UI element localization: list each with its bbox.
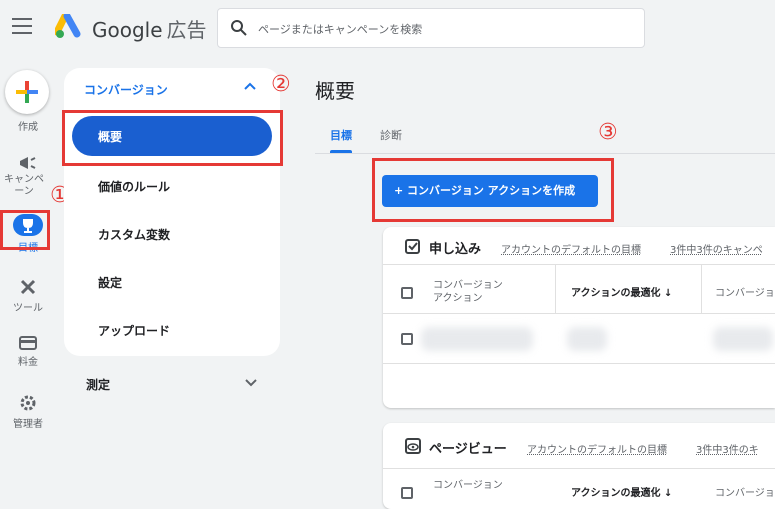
column-header-optimization[interactable]: アクションの最適化 ↓ [571, 487, 672, 500]
tab-diagnostics[interactable]: 診断 [380, 127, 402, 143]
search-icon [231, 20, 247, 36]
row-checkbox[interactable] [401, 333, 413, 345]
left-rail: 作成 キャンペーン 目標 ツール 料金 管理者 [0, 60, 56, 509]
goal-card-pageview: ページビュー アカウントのデフォルトの目標 3件中3件のキ コンバージョン アク… [383, 423, 775, 509]
nav-item-measurement[interactable]: 測定 [86, 376, 110, 393]
card-header: 申し込み アカウントのデフォルトの目標 3件中3件のキャンペ [383, 227, 775, 265]
rail-item-billing[interactable]: 料金 [0, 336, 56, 368]
blurred-cell [421, 327, 533, 351]
create-button[interactable] [5, 70, 49, 114]
search-placeholder: ページまたはキャンペーンを検索 [258, 23, 423, 36]
plus-icon [16, 81, 38, 103]
campaign-count-link[interactable]: 3件中3件のキ [696, 441, 759, 456]
nav-item-custom-variables[interactable]: カスタム変数 [98, 226, 170, 243]
column-header-conversion-action: コンバージョン アクション [433, 280, 503, 304]
card-title: ページビュー [429, 442, 507, 457]
page-title: 概要 [315, 79, 355, 103]
blurred-cell [567, 327, 607, 351]
tab-goals[interactable]: 目標 [330, 127, 352, 143]
column-divider [701, 265, 702, 313]
rail-billing-label: 料金 [18, 357, 38, 368]
card-title: 申し込み [429, 242, 482, 257]
callout-number-3: ③ [598, 120, 618, 145]
callout-box-overview [62, 110, 283, 166]
search-input[interactable]: ページまたはキャンペーンを検索 [217, 8, 645, 48]
nav-item-value-rules[interactable]: 価値のルール [98, 178, 170, 195]
rail-campaign-label: キャンペーン [4, 174, 44, 197]
nav-section-title[interactable]: コンバージョン [84, 81, 168, 98]
google-ads-logo [55, 14, 81, 38]
campaign-icon [20, 157, 36, 169]
default-goal-link[interactable]: アカウントのデフォルトの目標 [501, 241, 641, 256]
rail-tools-label: ツール [13, 303, 43, 314]
rail-item-admin[interactable]: 管理者 [0, 394, 56, 430]
tab-divider [315, 153, 775, 154]
column-header-conversion-action: コンバージョン [433, 480, 503, 491]
callout-number-2: ② [271, 72, 291, 97]
rail-admin-label: 管理者 [13, 419, 43, 430]
rail-item-tools[interactable]: ツール [0, 278, 56, 314]
pageview-icon [405, 438, 421, 454]
nav-item-upload[interactable]: アップロード [98, 322, 170, 339]
nav-item-settings[interactable]: 設定 [98, 274, 122, 291]
column-header-optimization[interactable]: アクションの最適化 ↓ [571, 287, 672, 300]
chevron-up-icon[interactable] [244, 82, 256, 90]
callout-box-goals [0, 210, 50, 250]
column-header-conversions: コンバージョ [715, 288, 775, 299]
default-goal-link[interactable]: アカウントのデフォルトの目標 [527, 441, 667, 456]
tools-icon [20, 279, 36, 295]
column-divider [555, 265, 556, 313]
row-divider [383, 363, 775, 364]
goal-card-signup: 申し込み アカウントのデフォルトの目標 3件中3件のキャンペ コンバージョン ア… [383, 227, 775, 408]
chevron-down-icon[interactable] [245, 379, 257, 387]
rail-create-label[interactable]: 作成 [0, 118, 56, 133]
checklist-icon [405, 239, 420, 254]
menu-icon[interactable] [12, 18, 32, 36]
select-all-checkbox[interactable] [401, 487, 413, 499]
column-header-conversions: コンバージョ [715, 488, 775, 499]
gear-icon [20, 395, 36, 411]
app-title: Google 広告 [92, 18, 207, 42]
card-header: ページビュー アカウントのデフォルトの目標 3件中3件のキ [383, 423, 775, 469]
rail-item-campaign[interactable]: キャンペーン [0, 155, 56, 198]
top-bar: Google 広告 ページまたはキャンペーンを検索 [0, 0, 775, 60]
blurred-cell [713, 327, 773, 351]
billing-icon [19, 336, 37, 350]
campaign-count-link[interactable]: 3件中3件のキャンペ [670, 241, 763, 256]
select-all-checkbox[interactable] [401, 287, 413, 299]
callout-box-create [372, 158, 614, 222]
row-divider [383, 313, 775, 314]
